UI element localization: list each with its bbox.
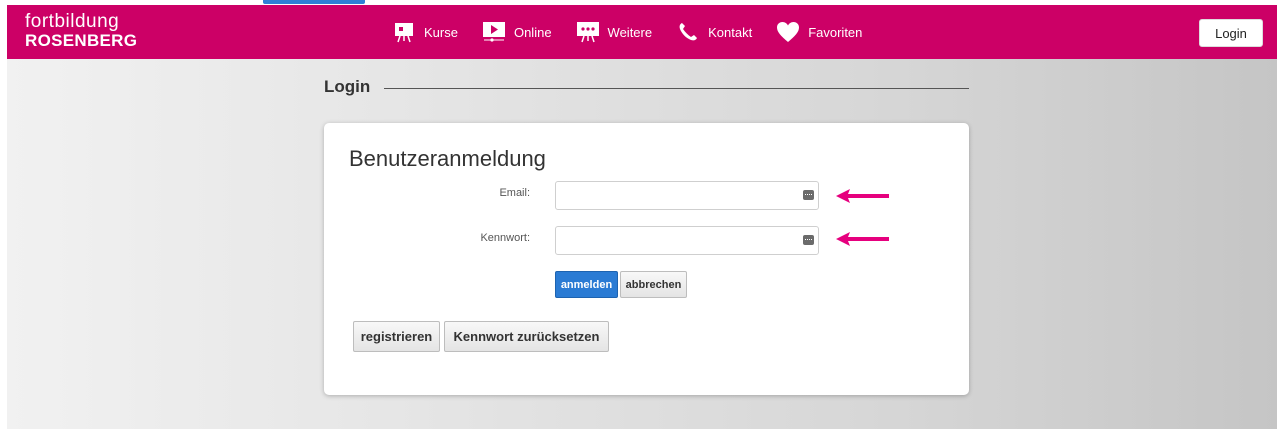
cropped-button (263, 0, 365, 4)
site-header: fortbildung ROSENBERG Kurse Online Weite… (7, 5, 1277, 59)
logo-line-1: fortbildung (25, 11, 120, 32)
submit-button[interactable]: anmelden (555, 271, 618, 298)
title-divider (384, 88, 969, 89)
logo-line-2: ROSENBERG (25, 31, 138, 50)
reset-password-button[interactable]: Kennwort zurücksetzen (444, 321, 609, 352)
video-play-icon (482, 20, 506, 44)
presentation-board-icon (392, 20, 416, 44)
password-input[interactable] (556, 227, 802, 254)
cancel-button[interactable]: abbrechen (620, 271, 687, 298)
annotation-arrow-icon (836, 232, 889, 246)
header-login-button[interactable]: Login (1199, 19, 1263, 47)
presentation-dots-icon (576, 20, 600, 44)
email-field[interactable] (555, 181, 819, 210)
nav-label-kurse: Kurse (424, 24, 458, 40)
main-content: Login Benutzeranmeldung Email: Kennwort:… (7, 59, 1277, 429)
nav-label-favoriten: Favoriten (808, 24, 863, 40)
email-label: Email: (499, 187, 530, 199)
nav-item-online[interactable]: Online (482, 20, 552, 44)
password-manager-icon[interactable] (803, 235, 814, 245)
heart-icon (776, 20, 800, 44)
site-logo[interactable]: fortbildung ROSENBERG (25, 12, 137, 49)
page-title: Login (324, 77, 371, 96)
phone-icon (676, 20, 700, 44)
nav-label-kontakt: Kontakt (708, 24, 753, 40)
password-label: Kennwort: (480, 232, 530, 244)
nav-label-weitere: Weitere (607, 24, 653, 40)
nav-label-online: Online (513, 24, 552, 40)
card-title: Benutzeranmeldung (349, 146, 546, 171)
email-input[interactable] (556, 182, 802, 209)
main-nav: Kurse Online Weitere Kontakt Favoriten (392, 17, 886, 47)
password-field[interactable] (555, 226, 819, 255)
nav-item-kurse[interactable]: Kurse (392, 20, 458, 44)
nav-item-favoriten[interactable]: Favoriten (776, 20, 862, 44)
password-manager-icon[interactable] (803, 190, 814, 200)
login-card: Benutzeranmeldung Email: Kennwort: anmel… (324, 123, 969, 395)
register-button[interactable]: registrieren (353, 321, 440, 352)
nav-item-kontakt[interactable]: Kontakt (676, 20, 752, 44)
annotation-arrow-icon (836, 189, 889, 203)
nav-item-weitere[interactable]: Weitere (576, 20, 653, 44)
